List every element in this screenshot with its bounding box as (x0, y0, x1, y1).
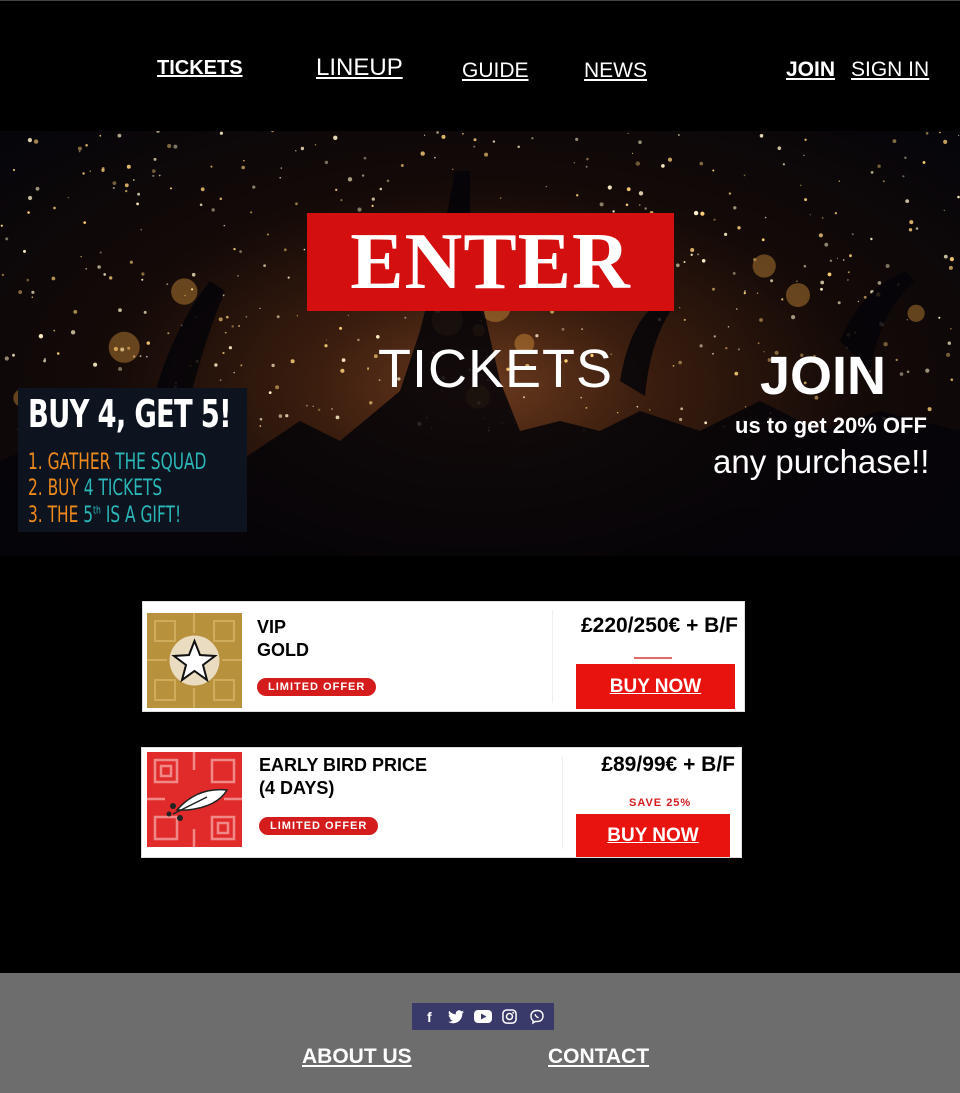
footer-about-us-link[interactable]: ABOUT US (302, 1045, 412, 1069)
hero-subtitle: TICKETS (378, 339, 614, 399)
ticket-title-line1: VIP (257, 617, 287, 637)
join-title: JOIN (760, 346, 887, 406)
promo-step-highlight: 4 TICKETS (83, 476, 163, 501)
ticket-price: £89/99€ + B/F (601, 753, 735, 776)
ticket-price: £220/250€ + B/F (580, 614, 738, 637)
promo-step-text: THE (47, 503, 79, 528)
price-underline (634, 657, 672, 659)
promo-step-superscript: th (93, 503, 101, 517)
nav-sign-in-link[interactable]: SIGN IN (851, 58, 929, 82)
twitter-icon[interactable] (446, 1007, 466, 1027)
ticket-title: EARLY BIRD PRICE (4 DAYS) (259, 754, 427, 800)
facebook-icon[interactable]: f (419, 1007, 439, 1027)
join-offer-line2: any purchase!! (713, 443, 930, 480)
card-divider (562, 756, 563, 849)
ticket-card-vip-gold: VIP GOLD LIMITED OFFER £220/250€ + B/F B… (142, 601, 745, 712)
limited-offer-badge: LIMITED OFFER (259, 817, 379, 835)
promo-step-1: 1. GATHER THE SQUAD (28, 450, 206, 475)
social-icons-bar: f (412, 1003, 554, 1030)
promo-step-highlight: IS A GIFT! (105, 503, 182, 528)
buy4-get5-promo[interactable]: BUY 4, GET 5! 1. GATHER THE SQUAD 2. BUY… (18, 388, 247, 532)
hero-banner: ENTER TICKETS JOIN us to get 20% OFF any… (0, 131, 960, 556)
early-bird-thumbnail (147, 752, 242, 847)
ticket-title-line2: GOLD (257, 640, 309, 660)
buy-now-button[interactable]: BUY NOW (576, 814, 730, 857)
promo-step-number: 2. (28, 476, 43, 501)
nav-news-link[interactable]: NEWS (584, 59, 647, 83)
promo-step-number: 3. (28, 503, 43, 528)
limited-offer-badge: LIMITED OFFER (257, 678, 377, 696)
nav-tickets-link[interactable]: TICKETS (157, 57, 243, 80)
join-offer-line1: us to get 20% OFF (735, 413, 927, 438)
enter-logo[interactable]: ENTER (307, 213, 674, 311)
card-divider (552, 610, 553, 703)
nav-guide-link[interactable]: GUIDE (462, 59, 529, 83)
promo-step-text: GATHER (47, 450, 111, 475)
promo-step-3: 3. THE 5th IS A GIFT! (28, 503, 181, 528)
promo-step-2: 2. BUY 4 TICKETS (28, 476, 162, 501)
enter-logo-text: ENTER (350, 218, 631, 306)
footer: f ABOUT US CONTACT (0, 973, 960, 1093)
promo-step-highlight: 5 (83, 503, 94, 528)
footer-contact-link[interactable]: CONTACT (548, 1045, 649, 1069)
promo-step-number: 1. (28, 450, 43, 475)
ticket-card-early-bird: EARLY BIRD PRICE (4 DAYS) LIMITED OFFER … (141, 747, 742, 858)
ticket-title-line2: (4 DAYS) (259, 778, 335, 798)
promo-step-text: BUY (47, 476, 79, 501)
instagram-icon[interactable] (500, 1007, 520, 1027)
nav-lineup-link[interactable]: LINEUP (316, 54, 403, 82)
nav-join-link[interactable]: JOIN (786, 58, 835, 82)
ticket-title: VIP GOLD (257, 616, 309, 662)
promo-step-highlight: THE SQUAD (115, 450, 207, 475)
buy-now-button[interactable]: BUY NOW (576, 664, 735, 709)
save-label: SAVE 25% (629, 797, 692, 809)
viber-icon[interactable] (527, 1007, 547, 1027)
promo-title: BUY 4, GET 5! (28, 392, 232, 436)
youtube-icon[interactable] (473, 1007, 493, 1027)
top-nav: TICKETS LINEUP GUIDE NEWS JOIN SIGN IN (0, 0, 960, 131)
ticket-title-line1: EARLY BIRD PRICE (259, 755, 428, 775)
vip-gold-thumbnail (147, 613, 242, 708)
